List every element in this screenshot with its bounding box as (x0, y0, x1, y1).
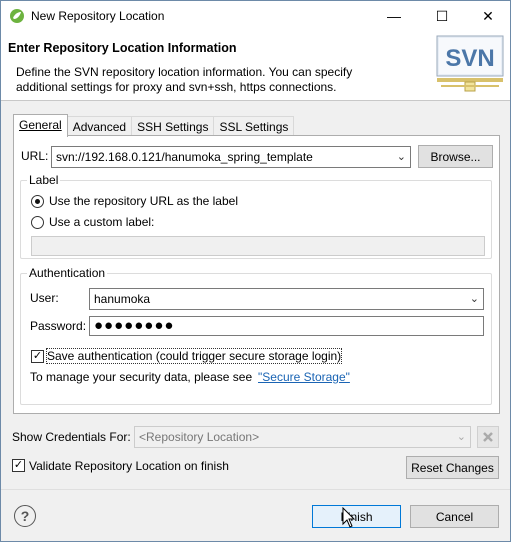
save-authentication-checkbox[interactable]: ✓ (31, 350, 44, 363)
label-group: Label Use the repository URL as the labe… (20, 173, 492, 259)
wizard-header: Enter Repository Location Information De… (1, 31, 510, 101)
tab-label: General (19, 118, 62, 132)
show-credentials-label: Show Credentials For: (12, 430, 131, 444)
secure-storage-text: To manage your security data, please see (30, 370, 253, 384)
authentication-group: Authentication User: hanumoka ⌄ Password… (20, 266, 492, 405)
chevron-down-icon[interactable]: ⌄ (470, 292, 479, 305)
tab-label: SSL Settings (219, 120, 289, 134)
show-credentials-combo[interactable]: <Repository Location> ⌄ (134, 426, 471, 448)
minimize-button[interactable]: — (371, 1, 417, 31)
tab-bar: General Advanced SSH Settings SSL Settin… (13, 114, 295, 137)
use-repo-url-radio[interactable] (31, 195, 44, 208)
use-custom-label-radio[interactable] (31, 216, 44, 229)
chevron-down-icon[interactable]: ⌄ (457, 430, 466, 443)
user-combo[interactable]: hanumoka ⌄ (89, 288, 484, 310)
tab-ssh-settings[interactable]: SSH Settings (131, 116, 215, 137)
user-label: User: (30, 291, 59, 305)
password-label: Password: (30, 319, 87, 333)
use-custom-label-label[interactable]: Use a custom label: (49, 215, 154, 229)
delete-x-icon (483, 432, 493, 442)
header-description: Define the SVN repository location infor… (16, 65, 416, 95)
reset-changes-button[interactable]: Reset Changes (406, 456, 499, 479)
browse-button[interactable]: Browse... (418, 145, 493, 168)
url-value: svn://192.168.0.121/hanumoka_spring_temp… (56, 150, 313, 164)
save-authentication-label[interactable]: Save authentication (could trigger secur… (45, 348, 343, 364)
chevron-down-icon[interactable]: ⌄ (397, 150, 406, 163)
validate-location-label[interactable]: Validate Repository Location on finish (29, 459, 229, 473)
tab-label: SSH Settings (137, 120, 209, 134)
auth-group-title: Authentication (27, 266, 108, 280)
use-repo-url-label[interactable]: Use the repository URL as the label (49, 194, 238, 208)
show-credentials-value: <Repository Location> (139, 430, 260, 444)
cancel-button[interactable]: Cancel (410, 505, 499, 528)
delete-credentials-button[interactable] (477, 426, 499, 448)
user-value: hanumoka (94, 292, 151, 306)
close-button[interactable]: ✕ (465, 1, 511, 31)
maximize-button[interactable]: ☐ (419, 1, 465, 31)
app-icon (10, 9, 24, 23)
tab-general[interactable]: General (13, 114, 68, 137)
tab-label: Advanced (72, 120, 127, 134)
header-title: Enter Repository Location Information (8, 41, 237, 55)
custom-label-input[interactable] (31, 236, 485, 256)
general-tab-panel: URL: svn://192.168.0.121/hanumoka_spring… (13, 135, 500, 414)
url-combo[interactable]: svn://192.168.0.121/hanumoka_spring_temp… (51, 146, 411, 168)
svn-logo-text: SVN (445, 45, 494, 72)
title-bar[interactable]: New Repository Location — ☐ ✕ (1, 1, 510, 31)
secure-storage-link[interactable]: "Secure Storage" (258, 370, 350, 384)
help-icon[interactable]: ? (14, 505, 36, 527)
svn-logo-icon: SVN (436, 35, 504, 92)
url-label: URL: (21, 149, 49, 163)
finish-button[interactable]: Finish (312, 505, 401, 528)
dialog-window: New Repository Location — ☐ ✕ Enter Repo… (0, 0, 511, 542)
password-mask: ●●●●●●●● (94, 317, 175, 334)
password-input[interactable]: ●●●●●●●● (89, 316, 484, 336)
window-title: New Repository Location (31, 9, 165, 23)
validate-location-checkbox[interactable]: ✓ (12, 459, 25, 472)
header-description-line: additional settings for proxy and svn+ss… (16, 80, 337, 94)
tab-ssl-settings[interactable]: SSL Settings (213, 116, 295, 137)
header-description-line: Define the SVN repository location infor… (16, 65, 353, 79)
tab-advanced[interactable]: Advanced (66, 116, 133, 137)
label-group-title: Label (27, 173, 61, 187)
mouse-cursor-icon (342, 507, 356, 528)
